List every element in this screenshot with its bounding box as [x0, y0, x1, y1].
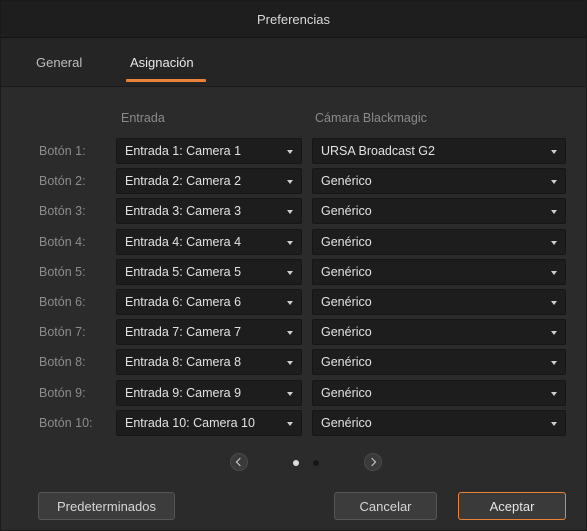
button-label: Botón 9:: [39, 386, 86, 400]
caret-down-icon: [287, 210, 293, 214]
input-dropdown[interactable]: Entrada 5: Camera 5: [116, 259, 302, 285]
input-dropdown[interactable]: Entrada 7: Camera 7: [116, 319, 302, 345]
input-dropdown[interactable]: Entrada 2: Camera 2: [116, 168, 302, 194]
tab-general[interactable]: General: [36, 38, 82, 86]
camera-dropdown-value: Genérico: [321, 174, 372, 188]
caret-down-icon: [551, 180, 557, 184]
button-label: Botón 2:: [39, 174, 86, 188]
camera-dropdown[interactable]: Genérico: [312, 349, 566, 375]
input-dropdown-value: Entrada 3: Camera 3: [125, 204, 242, 218]
mapping-row: Botón 5: Entrada 5: Camera 5 Genérico: [1, 259, 586, 285]
button-label: Botón 10:: [39, 416, 93, 430]
column-header-input: Entrada: [121, 111, 165, 125]
caret-down-icon: [287, 361, 293, 365]
caret-down-icon: [287, 150, 293, 154]
camera-dropdown[interactable]: Genérico: [312, 410, 566, 436]
input-dropdown-value: Entrada 1: Camera 1: [125, 144, 242, 158]
camera-dropdown-value: Genérico: [321, 325, 372, 339]
caret-down-icon: [551, 361, 557, 365]
camera-dropdown-value: Genérico: [321, 386, 372, 400]
caret-down-icon: [287, 422, 293, 426]
mapping-row: Botón 8: Entrada 8: Camera 8 Genérico: [1, 349, 586, 375]
mapping-row: Botón 6: Entrada 6: Camera 6 Genérico: [1, 289, 586, 315]
mapping-row: Botón 1: Entrada 1: Camera 1 URSA Broadcas…: [1, 138, 586, 164]
input-dropdown-value: Entrada 9: Camera 9: [125, 386, 242, 400]
tab-selected-indicator: [126, 79, 206, 82]
defaults-button[interactable]: Predeterminados: [38, 492, 175, 520]
button-label: Botón 5:: [39, 265, 86, 279]
pager: [1, 453, 586, 473]
caret-down-icon: [551, 422, 557, 426]
caret-down-icon: [551, 271, 557, 275]
input-dropdown-value: Entrada 7: Camera 7: [125, 325, 242, 339]
camera-dropdown[interactable]: Genérico: [312, 319, 566, 345]
caret-down-icon: [287, 331, 293, 335]
caret-down-icon: [551, 392, 557, 396]
input-dropdown[interactable]: Entrada 6: Camera 6: [116, 289, 302, 315]
input-dropdown-value: Entrada 6: Camera 6: [125, 295, 242, 309]
mapping-row: Botón 3: Entrada 3: Camera 3 Genérico: [1, 198, 586, 224]
caret-down-icon: [287, 301, 293, 305]
button-label: Botón 6:: [39, 295, 86, 309]
preferences-dialog: Preferencias General Asignación Entrada …: [0, 0, 587, 531]
input-dropdown-value: Entrada 8: Camera 8: [125, 355, 242, 369]
next-page-button[interactable]: [364, 453, 382, 471]
button-label: Botón 1:: [39, 144, 86, 158]
camera-dropdown-value: Genérico: [321, 416, 372, 430]
window-title: Preferencias: [1, 1, 586, 38]
chevron-right-icon: [367, 457, 377, 467]
cancel-button[interactable]: Cancelar: [334, 492, 437, 520]
camera-dropdown-value: Genérico: [321, 295, 372, 309]
camera-dropdown[interactable]: Genérico: [312, 168, 566, 194]
input-dropdown[interactable]: Entrada 9: Camera 9: [116, 380, 302, 406]
input-dropdown[interactable]: Entrada 3: Camera 3: [116, 198, 302, 224]
camera-dropdown-value: Genérico: [321, 265, 372, 279]
caret-down-icon: [287, 180, 293, 184]
page-dot-inactive[interactable]: [313, 460, 319, 466]
button-label: Botón 8:: [39, 355, 86, 369]
input-dropdown-value: Entrada 2: Camera 2: [125, 174, 242, 188]
caret-down-icon: [287, 241, 293, 245]
caret-down-icon: [551, 331, 557, 335]
input-dropdown[interactable]: Entrada 4: Camera 4: [116, 229, 302, 255]
input-dropdown-value: Entrada 4: Camera 4: [125, 235, 242, 249]
mapping-row: Botón 9: Entrada 9: Camera 9 Genérico: [1, 380, 586, 406]
tab-bar: General Asignación: [1, 38, 586, 87]
button-label: Botón 4:: [39, 235, 86, 249]
button-label: Botón 3:: [39, 204, 86, 218]
camera-dropdown[interactable]: URSA Broadcast G2: [312, 138, 566, 164]
camera-dropdown[interactable]: Genérico: [312, 380, 566, 406]
input-dropdown-value: Entrada 5: Camera 5: [125, 265, 242, 279]
input-dropdown-value: Entrada 10: Camera 10: [125, 416, 255, 430]
mapping-row: Botón 4: Entrada 4: Camera 4 Genérico: [1, 229, 586, 255]
input-dropdown[interactable]: Entrada 8: Camera 8: [116, 349, 302, 375]
input-dropdown[interactable]: Entrada 10: Camera 10: [116, 410, 302, 436]
button-label: Botón 7:: [39, 325, 86, 339]
caret-down-icon: [287, 271, 293, 275]
camera-dropdown-value: URSA Broadcast G2: [321, 144, 435, 158]
camera-dropdown-value: Genérico: [321, 355, 372, 369]
caret-down-icon: [551, 150, 557, 154]
chevron-left-icon: [235, 457, 245, 467]
camera-dropdown[interactable]: Genérico: [312, 259, 566, 285]
camera-dropdown-value: Genérico: [321, 204, 372, 218]
camera-dropdown[interactable]: Genérico: [312, 229, 566, 255]
mapping-row: Botón 10: Entrada 10: Camera 10 Genérico: [1, 410, 586, 436]
camera-dropdown[interactable]: Genérico: [312, 198, 566, 224]
camera-dropdown-value: Genérico: [321, 235, 372, 249]
mapping-row: Botón 2: Entrada 2: Camera 2 Genérico: [1, 168, 586, 194]
caret-down-icon: [551, 241, 557, 245]
input-dropdown[interactable]: Entrada 1: Camera 1: [116, 138, 302, 164]
accept-button[interactable]: Aceptar: [458, 492, 566, 520]
mapping-row: Botón 7: Entrada 7: Camera 7 Genérico: [1, 319, 586, 345]
page-dot-active[interactable]: [293, 460, 299, 466]
caret-down-icon: [287, 392, 293, 396]
column-header-camera: Cámara Blackmagic: [315, 111, 427, 125]
camera-dropdown[interactable]: Genérico: [312, 289, 566, 315]
caret-down-icon: [551, 301, 557, 305]
prev-page-button[interactable]: [230, 453, 248, 471]
caret-down-icon: [551, 210, 557, 214]
